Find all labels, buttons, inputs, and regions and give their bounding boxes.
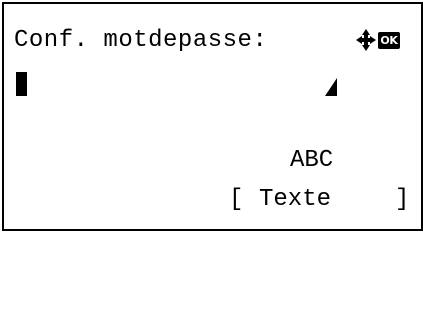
softkey-left-bracket: [: [229, 186, 244, 213]
password-input-cursor[interactable]: [16, 72, 27, 96]
softkey-label: Texte: [259, 186, 332, 213]
text-softkey[interactable]: [ Texte ]: [229, 186, 409, 317]
four-way-arrow-icon: [356, 29, 376, 56]
softkey-right-bracket: ]: [395, 186, 410, 213]
input-mode-indicator: ABC: [290, 147, 334, 174]
signal-strength-icon: [325, 78, 337, 101]
ok-icon[interactable]: OK: [378, 32, 400, 49]
lcd-display: Conf. motdepasse: OK ABC [ Texte ]: [2, 2, 423, 231]
screen-title: Conf. motdepasse:: [14, 27, 268, 54]
